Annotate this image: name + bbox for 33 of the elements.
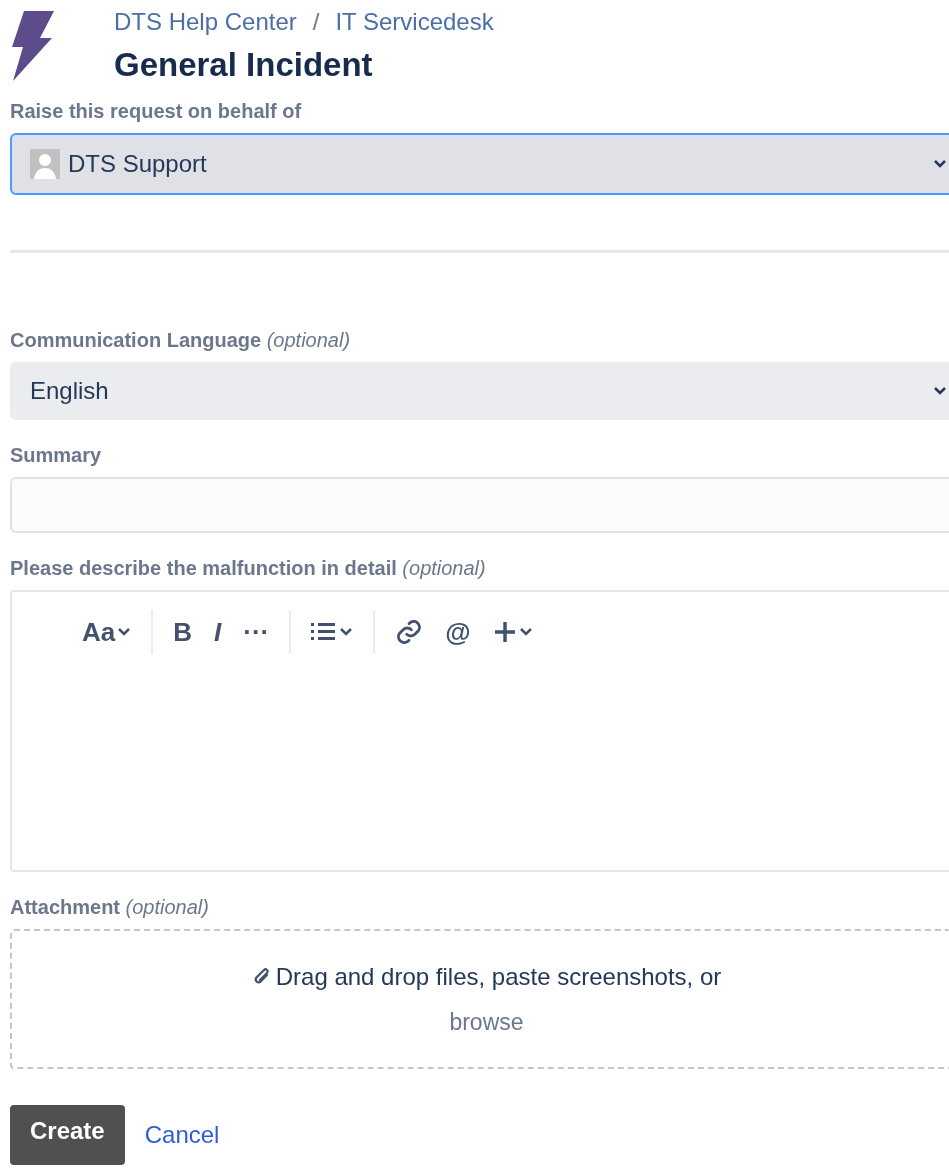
bullet-list-icon: [311, 621, 338, 643]
chevron-down-icon: [117, 627, 132, 637]
avatar-icon: [30, 149, 60, 179]
field-label: Raise this request on behalf of: [10, 100, 303, 123]
field-label: Attachment (optional): [10, 896, 210, 919]
requester-select[interactable]: DTS Support: [10, 133, 949, 195]
field-label: Communication Language (optional): [10, 329, 352, 352]
lightning-bolt-icon: [10, 8, 54, 82]
field-label: Please describe the malfunction in detail (optional): [10, 557, 487, 580]
breadcrumb-separator: /: [312, 8, 320, 36]
summary-input[interactable]: [10, 477, 949, 533]
language-select[interactable]: English: [10, 362, 949, 420]
page-title: General Incident: [114, 46, 374, 84]
chevron-down-icon: [339, 627, 354, 637]
chevron-down-icon: [933, 386, 947, 396]
cancel-link[interactable]: Cancel: [144, 1121, 220, 1149]
text-style-button[interactable]: Aa: [78, 612, 136, 652]
mention-button[interactable]: @: [441, 612, 475, 652]
field-label: Summary: [10, 444, 103, 467]
attachment-dropzone[interactable]: Drag and drop files, paste screenshots, or browse: [10, 929, 949, 1069]
plus-icon: [492, 620, 517, 644]
link-icon: [395, 618, 424, 646]
chevron-down-icon: [933, 159, 947, 169]
italic-button[interactable]: I: [210, 612, 226, 652]
chevron-down-icon: [518, 627, 533, 637]
bold-button[interactable]: B: [169, 612, 197, 652]
more-button[interactable]: ···: [239, 612, 274, 652]
browse-link[interactable]: browse: [449, 1008, 524, 1036]
create-button[interactable]: Create: [10, 1105, 125, 1165]
breadcrumb-link[interactable]: DTS Help Center: [114, 8, 297, 36]
description-editor[interactable]: Aa B I ··· @: [10, 590, 949, 872]
breadcrumb-link[interactable]: IT Servicedesk: [335, 8, 494, 36]
dropzone-text: Drag and drop files, paste screenshots, or: [275, 962, 722, 991]
